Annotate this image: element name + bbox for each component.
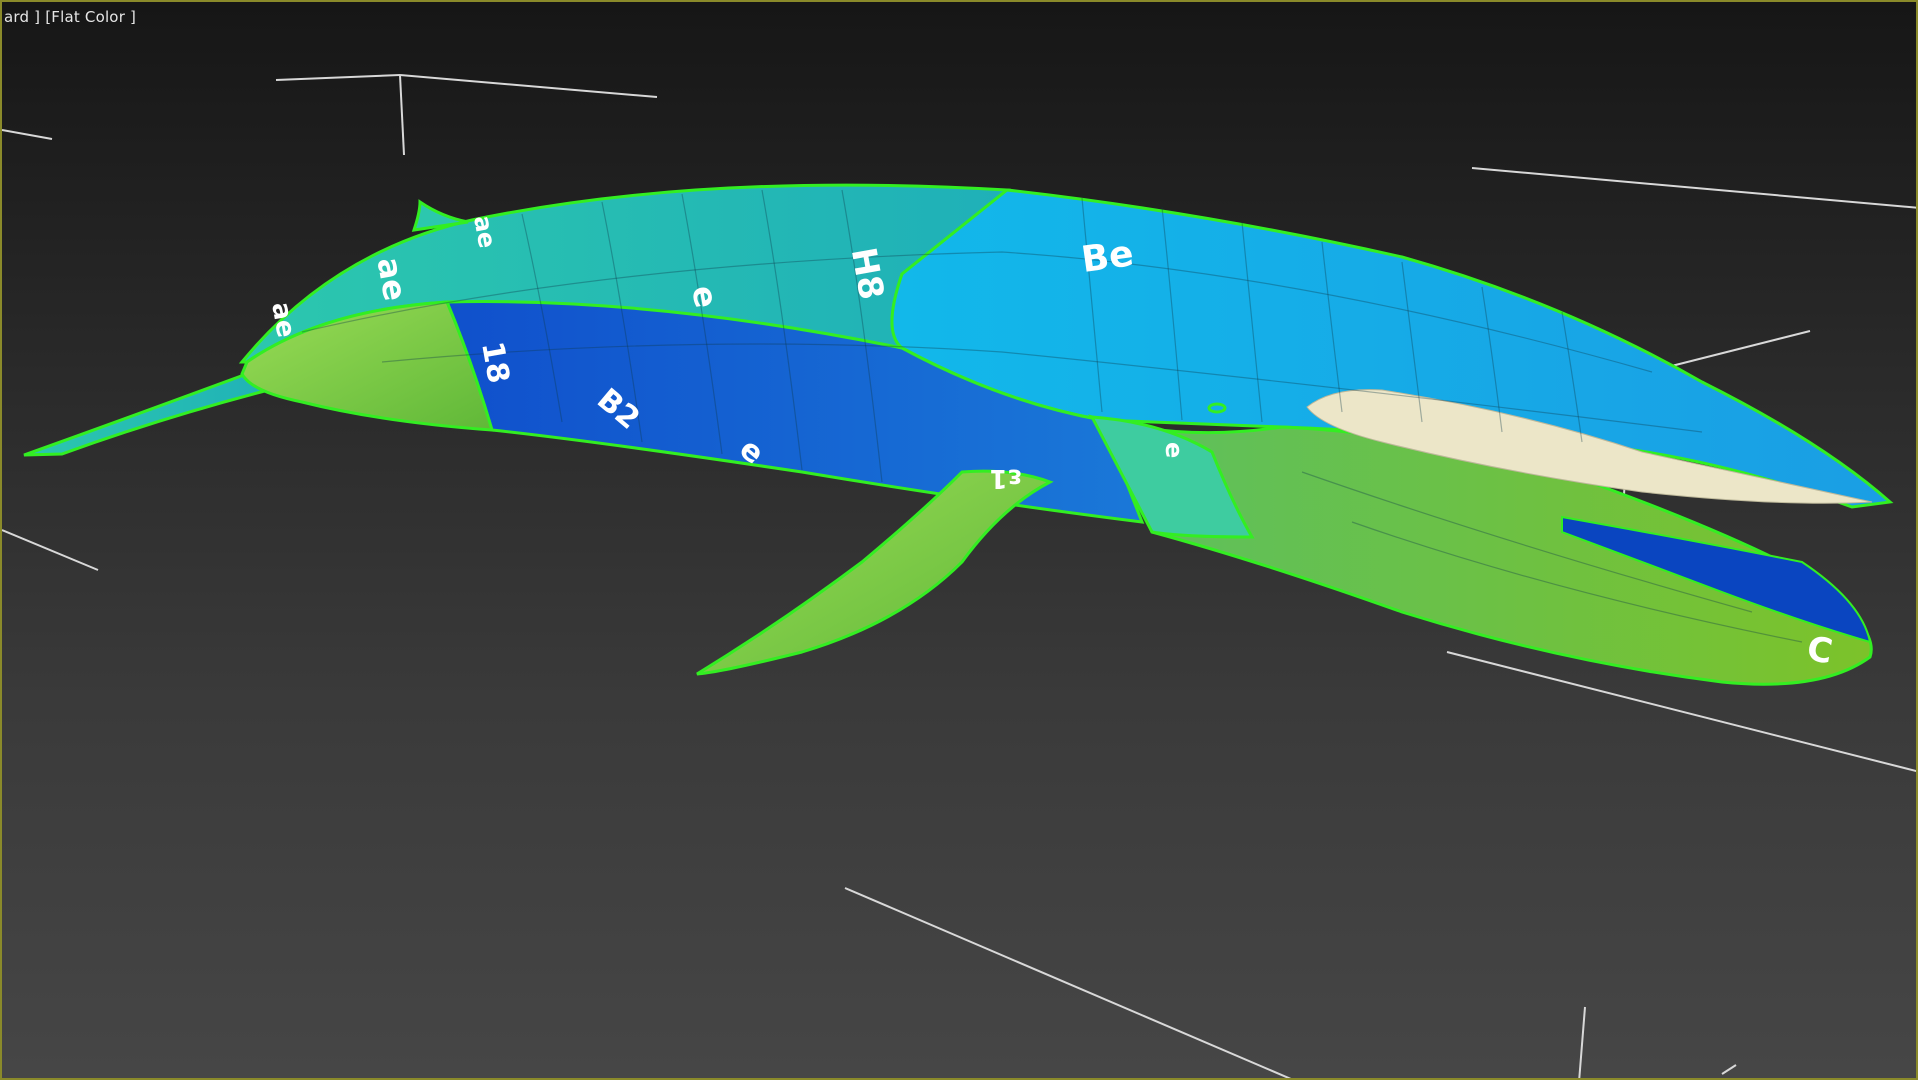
pectoral-fin xyxy=(696,469,1054,676)
uv-label: 18 xyxy=(474,339,516,386)
uv-label: Be xyxy=(1079,233,1136,281)
uv-label: e xyxy=(1160,442,1188,458)
uv-label: ae xyxy=(265,300,301,340)
scene-canvas[interactable]: ae ae ae H8 Be e 18 B2 e ε1 e C xyxy=(2,2,1918,1080)
whale-model[interactable]: ae ae ae H8 Be e 18 B2 e ε1 e C xyxy=(23,183,1894,686)
uv-label: ae xyxy=(369,254,414,303)
3d-viewport[interactable]: ard ] [Flat Color ] ae ae ae H8 Be e 18 … xyxy=(0,0,1918,1080)
uv-label: ae xyxy=(468,213,501,250)
uv-label: ε1 xyxy=(989,463,1022,493)
